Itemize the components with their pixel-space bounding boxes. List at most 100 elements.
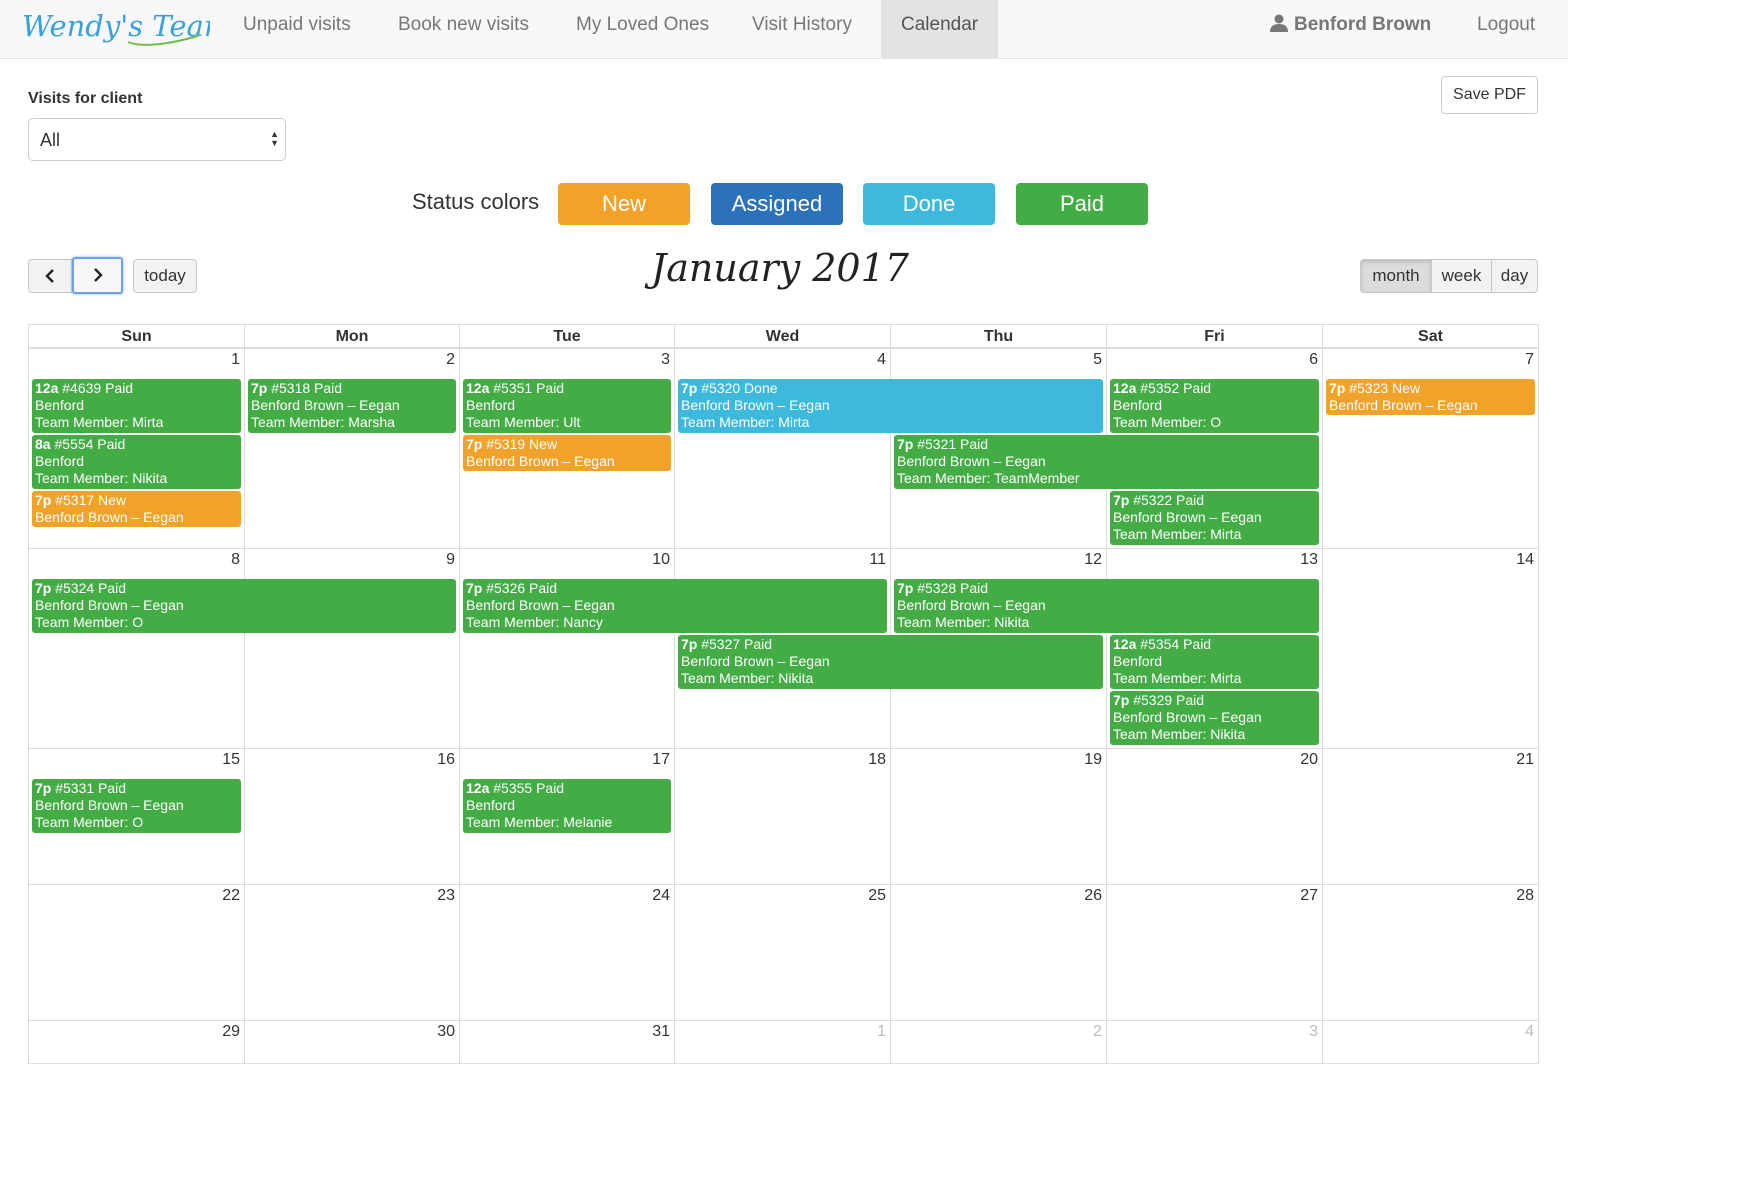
day-number[interactable]: 13: [1300, 551, 1318, 569]
day-number[interactable]: 2: [1093, 1023, 1102, 1041]
day-number[interactable]: 1: [877, 1023, 886, 1041]
day-cell[interactable]: 14: [1322, 548, 1539, 749]
day-number[interactable]: 5: [1093, 351, 1102, 369]
day-cell[interactable]: 3: [1106, 1020, 1323, 1064]
day-number[interactable]: 22: [222, 887, 240, 905]
day-cell[interactable]: 23: [244, 884, 460, 1021]
wendys-team-logo[interactable]: Wendy's Team: [20, 2, 210, 56]
user-menu[interactable]: Benford Brown: [1270, 0, 1431, 50]
day-number[interactable]: 7: [1525, 351, 1534, 369]
day-cell[interactable]: 30: [244, 1020, 460, 1064]
day-number[interactable]: 24: [652, 887, 670, 905]
nav-my-loved-ones[interactable]: My Loved Ones: [576, 0, 709, 50]
day-number[interactable]: 16: [437, 751, 455, 769]
day-cell[interactable]: 29: [28, 1020, 245, 1064]
day-cell[interactable]: 28: [1322, 884, 1539, 1021]
event-heading: 7p #5324 Paid: [35, 580, 453, 597]
day-number[interactable]: 3: [661, 351, 670, 369]
day-number[interactable]: 4: [1525, 1023, 1534, 1041]
next-month-button[interactable]: [72, 257, 123, 294]
event-heading: 12a #5351 Paid: [466, 380, 668, 397]
day-number[interactable]: 30: [437, 1023, 455, 1041]
client-select[interactable]: All ▲ ▼: [28, 118, 286, 161]
calendar-event[interactable]: 7p #5319 New Benford Brown – Eegan: [463, 435, 671, 471]
day-number[interactable]: 29: [222, 1023, 240, 1041]
day-number[interactable]: 21: [1516, 751, 1534, 769]
day-cell[interactable]: 4: [1322, 1020, 1539, 1064]
event-team-member: Team Member: Nikita: [681, 670, 814, 686]
event-title: #5322 Paid: [1133, 492, 1205, 508]
prev-month-button[interactable]: [28, 259, 72, 293]
view-week-button[interactable]: week: [1431, 259, 1492, 293]
day-number[interactable]: 15: [222, 751, 240, 769]
calendar-event[interactable]: 12a #5354 Paid Benford Team Member: Mirta: [1110, 635, 1319, 689]
day-cell[interactable]: 19: [890, 748, 1107, 885]
calendar-event[interactable]: 7p #5327 Paid Benford Brown – Eegan Team M…: [678, 635, 1103, 689]
day-cell[interactable]: 31: [459, 1020, 675, 1064]
day-number[interactable]: 23: [437, 887, 455, 905]
day-cell[interactable]: 27: [1106, 884, 1323, 1021]
logout-link[interactable]: Logout: [1477, 0, 1535, 50]
day-number[interactable]: 1: [231, 351, 240, 369]
nav-calendar[interactable]: Calendar: [881, 0, 999, 58]
calendar-event[interactable]: 12a #5351 Paid Benford Team Member: Ult: [463, 379, 671, 433]
day-number[interactable]: 9: [446, 551, 455, 569]
day-number[interactable]: 3: [1309, 1023, 1318, 1041]
day-number[interactable]: 31: [652, 1023, 670, 1041]
day-cell[interactable]: 2: [890, 1020, 1107, 1064]
calendar-event[interactable]: 7p #5324 Paid Benford Brown – Eegan Team M…: [32, 579, 456, 633]
day-number[interactable]: 25: [868, 887, 886, 905]
calendar-event[interactable]: 7p #5317 New Benford Brown – Eegan: [32, 491, 241, 527]
calendar-event[interactable]: 7p #5318 Paid Benford Brown – Eegan Team M…: [248, 379, 456, 433]
day-number[interactable]: 27: [1300, 887, 1318, 905]
event-client: Benford Brown – Eegan: [897, 453, 1046, 469]
event-title: #5331 Paid: [55, 780, 127, 796]
calendar-event[interactable]: 7p #5328 Paid Benford Brown – Eegan Team M…: [894, 579, 1319, 633]
day-number[interactable]: 10: [652, 551, 670, 569]
day-number[interactable]: 18: [868, 751, 886, 769]
calendar-event[interactable]: 7p #5331 Paid Benford Brown – Eegan Team M…: [32, 779, 241, 833]
calendar-event[interactable]: 7p #5326 Paid Benford Brown – Eegan Team M…: [463, 579, 887, 633]
day-cell[interactable]: 1: [674, 1020, 891, 1064]
day-number[interactable]: 11: [869, 551, 886, 569]
calendar-event[interactable]: 8a #5554 Paid Benford Team Member: Nikita: [32, 435, 241, 489]
day-cell[interactable]: 22: [28, 884, 245, 1021]
view-month-button[interactable]: month: [1360, 259, 1432, 293]
day-number[interactable]: 17: [652, 751, 670, 769]
day-number[interactable]: 20: [1300, 751, 1318, 769]
day-number[interactable]: 14: [1516, 551, 1534, 569]
day-cell[interactable]: 24: [459, 884, 675, 1021]
day-number[interactable]: 26: [1084, 887, 1102, 905]
save-pdf-button[interactable]: Save PDF: [1441, 76, 1538, 114]
weekday-header-thu: Thu: [890, 324, 1107, 348]
day-cell[interactable]: 16: [244, 748, 460, 885]
today-button[interactable]: today: [133, 259, 197, 293]
calendar-event[interactable]: 7p #5322 Paid Benford Brown – Eegan Team M…: [1110, 491, 1319, 545]
day-number[interactable]: 2: [446, 351, 455, 369]
day-cell[interactable]: 21: [1322, 748, 1539, 885]
calendar-event[interactable]: 7p #5323 New Benford Brown – Eegan: [1326, 379, 1535, 415]
day-number[interactable]: 4: [877, 351, 886, 369]
calendar-event[interactable]: 12a #5355 Paid Benford Team Member: Melani…: [463, 779, 671, 833]
nav-visit-history[interactable]: Visit History: [752, 0, 852, 50]
day-number[interactable]: 19: [1084, 751, 1102, 769]
day-number[interactable]: 8: [231, 551, 240, 569]
day-cell[interactable]: 20: [1106, 748, 1323, 885]
day-cell[interactable]: 26: [890, 884, 1107, 1021]
nav-unpaid-visits[interactable]: Unpaid visits: [243, 0, 351, 50]
calendar-event[interactable]: 7p #5320 Done Benford Brown – Eegan Team M…: [678, 379, 1103, 433]
calendar-event[interactable]: 12a #5352 Paid Benford Team Member: O: [1110, 379, 1319, 433]
day-number[interactable]: 6: [1309, 351, 1318, 369]
day-number[interactable]: 28: [1516, 887, 1534, 905]
event-client: Benford Brown – Eegan: [1113, 709, 1262, 725]
day-cell[interactable]: 25: [674, 884, 891, 1021]
day-number[interactable]: 12: [1084, 551, 1102, 569]
user-icon: [1270, 14, 1288, 32]
calendar-event[interactable]: 12a #4639 Paid Benford Team Member: Mirta: [32, 379, 241, 433]
view-day-button[interactable]: day: [1491, 259, 1538, 293]
day-cell[interactable]: 18: [674, 748, 891, 885]
nav-book-new-visits[interactable]: Book new visits: [398, 0, 529, 50]
calendar-event[interactable]: 7p #5329 Paid Benford Brown – Eegan Team M…: [1110, 691, 1319, 745]
calendar-event[interactable]: 7p #5321 Paid Benford Brown – Eegan Team M…: [894, 435, 1319, 489]
event-title: #5326 Paid: [486, 580, 558, 596]
